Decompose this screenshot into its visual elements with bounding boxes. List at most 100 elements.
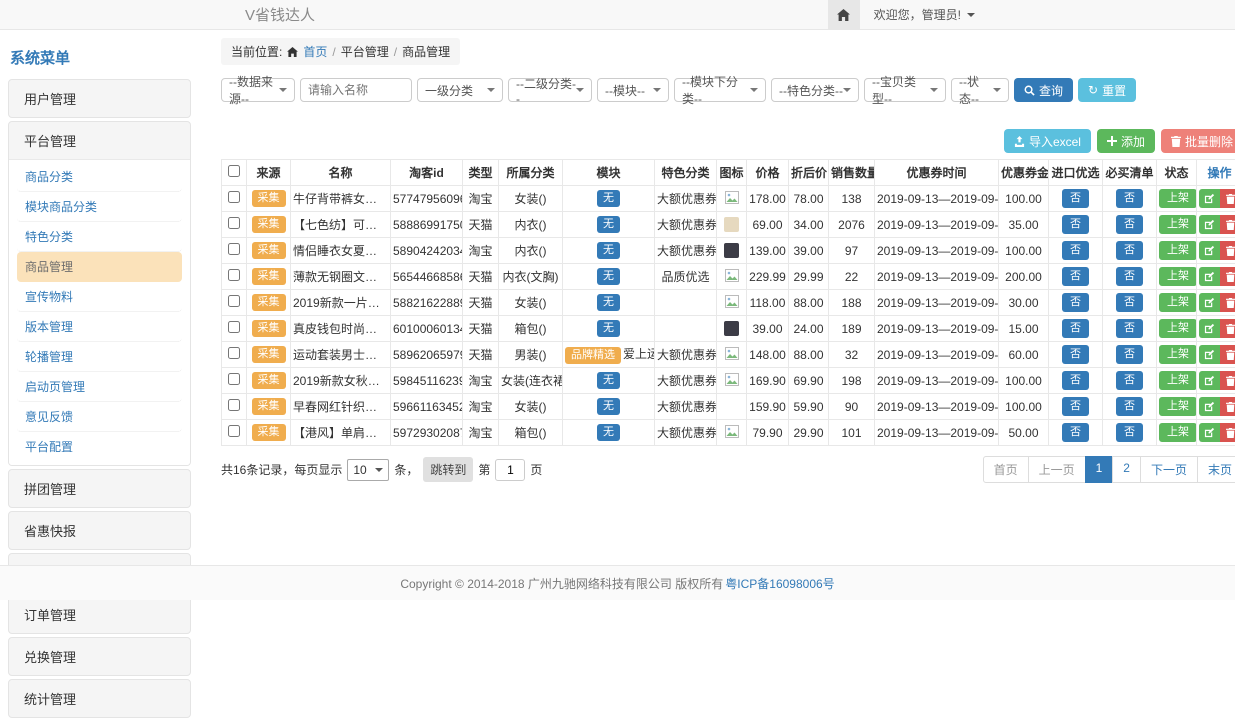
status-button[interactable]: 上架 (1159, 293, 1197, 312)
sidebar-item-module-goods-category[interactable]: 模块商品分类 (17, 192, 182, 222)
must-buy-toggle[interactable]: 否 (1116, 371, 1143, 390)
filter-name-input[interactable] (300, 78, 412, 102)
sidebar-item-promo-materials[interactable]: 宣传物料 (17, 282, 182, 312)
jump-to-button[interactable]: 跳转到 (423, 457, 473, 482)
delete-button[interactable] (1220, 345, 1235, 364)
import-select-toggle[interactable]: 否 (1062, 215, 1089, 234)
select-all-checkbox[interactable] (228, 165, 240, 177)
edit-button[interactable] (1199, 345, 1220, 364)
user-menu[interactable]: 欢迎您，管理员! (860, 0, 989, 30)
sidebar-item-feature-category[interactable]: 特色分类 (17, 222, 182, 252)
filter-select-item-type[interactable]: --宝贝类型-- (864, 78, 946, 102)
status-button[interactable]: 上架 (1159, 397, 1197, 416)
edit-button[interactable] (1199, 397, 1220, 416)
must-buy-toggle[interactable]: 否 (1116, 319, 1143, 338)
delete-button[interactable] (1220, 319, 1235, 338)
status-button[interactable]: 上架 (1159, 423, 1197, 442)
status-button[interactable]: 上架 (1159, 189, 1197, 208)
filter-select-level1-category[interactable]: 一级分类 (417, 78, 503, 102)
sidebar-item-splash-management[interactable]: 启动页管理 (17, 372, 182, 402)
row-checkbox[interactable] (228, 321, 240, 333)
sidebar-item-users[interactable]: 用户管理 (9, 80, 190, 117)
must-buy-toggle[interactable]: 否 (1116, 189, 1143, 208)
edit-button[interactable] (1199, 189, 1220, 208)
edit-button[interactable] (1199, 371, 1220, 390)
add-button[interactable]: 添加 (1097, 129, 1155, 153)
row-checkbox[interactable] (228, 191, 240, 203)
import-select-toggle[interactable]: 否 (1062, 371, 1089, 390)
must-buy-toggle[interactable]: 否 (1116, 241, 1143, 260)
sidebar-item-exchange[interactable]: 兑换管理 (9, 638, 190, 675)
filter-select-feature-category[interactable]: --特色分类-- (771, 78, 859, 102)
delete-button[interactable] (1220, 423, 1235, 442)
must-buy-toggle[interactable]: 否 (1116, 293, 1143, 312)
filter-select-module[interactable]: --模块-- (597, 78, 669, 102)
sidebar-item-platform-config[interactable]: 平台配置 (17, 432, 182, 461)
status-button[interactable]: 上架 (1159, 267, 1197, 286)
page-button-上一页[interactable]: 上一页 (1028, 456, 1086, 483)
page-button-下一页[interactable]: 下一页 (1140, 456, 1198, 483)
icp-link[interactable]: 粤ICP备16098006号 (725, 575, 834, 592)
must-buy-toggle[interactable]: 否 (1116, 397, 1143, 416)
filter-select-data-source[interactable]: --数据来源-- (221, 78, 295, 102)
edit-button[interactable] (1199, 423, 1220, 442)
page-number-input[interactable] (495, 459, 525, 481)
edit-button[interactable] (1199, 293, 1220, 312)
row-checkbox[interactable] (228, 373, 240, 385)
search-button[interactable]: 查询 (1014, 78, 1073, 102)
import-select-toggle[interactable]: 否 (1062, 241, 1089, 260)
batch-delete-button[interactable]: 批量删除 (1161, 129, 1235, 153)
page-button-2[interactable]: 2 (1112, 456, 1141, 483)
must-buy-toggle[interactable]: 否 (1116, 345, 1143, 364)
filter-select-status[interactable]: --状态-- (951, 78, 1009, 102)
status-button[interactable]: 上架 (1159, 215, 1197, 234)
row-checkbox[interactable] (228, 217, 240, 229)
sidebar-item-carousel-management[interactable]: 轮播管理 (17, 342, 182, 372)
row-checkbox[interactable] (228, 347, 240, 359)
edit-button[interactable] (1199, 241, 1220, 260)
row-checkbox[interactable] (228, 399, 240, 411)
import-select-toggle[interactable]: 否 (1062, 345, 1089, 364)
breadcrumb-home-link[interactable]: 首页 (303, 43, 327, 60)
sidebar-item-groupbuy[interactable]: 拼团管理 (9, 470, 190, 507)
reset-button[interactable]: ↻重置 (1078, 78, 1136, 102)
filter-select-module-subcategory[interactable]: --模块下分类-- (674, 78, 766, 102)
sidebar-item-platform[interactable]: 平台管理 (9, 122, 190, 159)
sidebar-item-orders[interactable]: 订单管理 (9, 596, 190, 633)
edit-button[interactable] (1199, 267, 1220, 286)
row-checkbox[interactable] (228, 243, 240, 255)
must-buy-toggle[interactable]: 否 (1116, 267, 1143, 286)
sidebar-item-goods-category[interactable]: 商品分类 (17, 162, 182, 192)
row-checkbox[interactable] (228, 269, 240, 281)
sidebar-item-express[interactable]: 省惠快报 (9, 512, 190, 549)
sidebar-item-stats[interactable]: 统计管理 (9, 680, 190, 717)
per-page-select[interactable]: 10 (347, 459, 389, 481)
status-button[interactable]: 上架 (1159, 319, 1197, 338)
delete-button[interactable] (1220, 293, 1235, 312)
page-button-首页[interactable]: 首页 (983, 456, 1029, 483)
import-select-toggle[interactable]: 否 (1062, 423, 1089, 442)
delete-button[interactable] (1220, 189, 1235, 208)
page-button-末页[interactable]: 末页 (1197, 456, 1235, 483)
must-buy-toggle[interactable]: 否 (1116, 215, 1143, 234)
home-button[interactable] (828, 0, 860, 30)
delete-button[interactable] (1220, 371, 1235, 390)
import-select-toggle[interactable]: 否 (1062, 319, 1089, 338)
import-select-toggle[interactable]: 否 (1062, 267, 1089, 286)
status-button[interactable]: 上架 (1159, 241, 1197, 260)
row-checkbox[interactable] (228, 295, 240, 307)
import-select-toggle[interactable]: 否 (1062, 397, 1089, 416)
delete-button[interactable] (1220, 397, 1235, 416)
must-buy-toggle[interactable]: 否 (1116, 423, 1143, 442)
import-select-toggle[interactable]: 否 (1062, 293, 1089, 312)
delete-button[interactable] (1220, 215, 1235, 234)
row-checkbox[interactable] (228, 425, 240, 437)
delete-button[interactable] (1220, 267, 1235, 286)
delete-button[interactable] (1220, 241, 1235, 260)
import-select-toggle[interactable]: 否 (1062, 189, 1089, 208)
page-button-1[interactable]: 1 (1085, 456, 1114, 483)
filter-select-level2-category[interactable]: --二级分类-- (508, 78, 592, 102)
sidebar-item-feedback[interactable]: 意见反馈 (17, 402, 182, 432)
edit-button[interactable] (1199, 215, 1220, 234)
sidebar-item-version-management[interactable]: 版本管理 (17, 312, 182, 342)
